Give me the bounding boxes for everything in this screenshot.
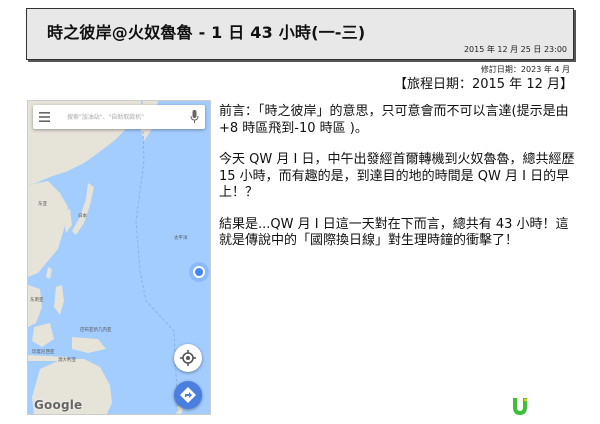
directions-icon	[180, 387, 196, 403]
my-location-button[interactable]	[174, 344, 202, 372]
map-search-bar[interactable]: 搜索"加油站"、"自助取款机"	[33, 105, 205, 129]
u-logo-icon	[513, 398, 527, 415]
map-search-placeholder[interactable]: 搜索"加油站"、"自助取款机"	[67, 112, 144, 121]
paragraph-today: 今天 QW 月 I 日，中午出發經首爾轉機到火奴魯魯，總共經歷 15 小時，而有…	[219, 152, 575, 200]
map-label-japan: 日本	[78, 214, 87, 219]
map-label-east-asia: 东亚	[38, 202, 47, 207]
article-body: 前言：「時之彼岸」的意思，只可意會而不可以言達(提示是由+8 時區飛到-10 時…	[219, 104, 581, 265]
paragraph-result: 結果是...QW 月 I 日這一天對在下而言，總共有 43 小時！這就是傳說中的…	[219, 216, 569, 249]
mic-icon[interactable]	[190, 110, 199, 124]
directions-button[interactable]	[174, 381, 202, 409]
map-label-australia: 澳大利亚	[58, 358, 76, 363]
post-datetime: 2015 年 12 月 25 日 23:00	[463, 45, 567, 54]
my-location-icon	[180, 350, 196, 366]
trip-date: 【旅程日期：2015 年 12 月】	[393, 77, 573, 92]
map-screenshot: 搜索"加油站"、"自助取款机" 东亚 日本 太平洋 东南亚 印度尼西亚 巴布亚新…	[27, 100, 211, 415]
map-label-indonesia: 印度尼西亚	[32, 350, 55, 355]
title-box: 時之彼岸@火奴魯魯 - 1 日 43 小時(一-三) 2015 年 12 月 2…	[26, 8, 574, 60]
current-location-dot	[193, 266, 205, 278]
map-label-southeast-asia: 东南亚	[30, 298, 44, 303]
menu-icon[interactable]	[39, 112, 50, 122]
paragraph-preface: 前言：「時之彼岸」的意思，只可意會而不可以言達(提示是由+8 時區飛到-10 時…	[219, 104, 569, 136]
map-label-png: 巴布亚新几内亚	[80, 328, 112, 333]
page-title: 時之彼岸@火奴魯魯 - 1 日 43 小時(一-三)	[47, 23, 366, 42]
map-label-pacific: 太平洋	[174, 236, 188, 241]
google-logo: Google	[34, 398, 83, 412]
